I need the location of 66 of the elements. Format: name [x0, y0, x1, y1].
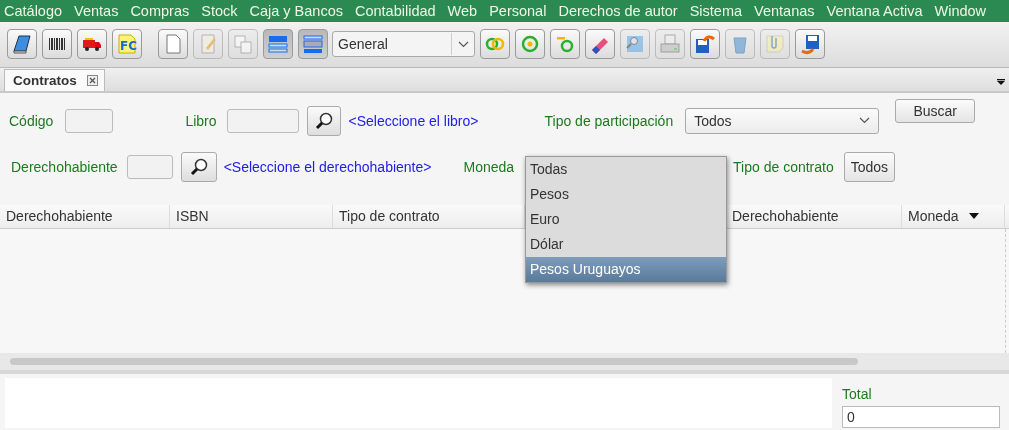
total-field[interactable]: 0	[842, 406, 1000, 428]
column-header[interactable]: Moneda	[902, 204, 1005, 228]
field-label: Libro	[185, 112, 217, 129]
menu-item[interactable]: Sistema	[689, 2, 743, 19]
menu-option[interactable]: Euro	[526, 206, 726, 232]
toolbar-button[interactable]: FC	[112, 29, 142, 59]
menu-item[interactable]: Stock	[201, 2, 238, 19]
toolbar-button[interactable]	[795, 29, 825, 59]
menu-item[interactable]: Catálogo	[4, 2, 63, 19]
link[interactable]: <Seleccione el derechohabiente>	[223, 158, 432, 175]
menu-item[interactable]: Web	[447, 2, 478, 19]
scrollbar[interactable]	[0, 353, 1009, 374]
search-button[interactable]: Buscar	[895, 98, 976, 123]
field-label: Total	[842, 386, 873, 402]
tab[interactable]: Contratos	[4, 68, 105, 91]
layout-icon	[302, 33, 324, 55]
menu-option[interactable]: Dólar	[526, 231, 726, 257]
printer-icon	[659, 33, 681, 55]
menu-item[interactable]: Caja y Bancos	[249, 2, 343, 19]
search-button[interactable]	[180, 151, 217, 182]
menu-item[interactable]: Ventas	[74, 2, 119, 19]
copy-icon	[232, 33, 254, 55]
menu-item[interactable]: Window	[934, 2, 987, 19]
menu-item[interactable]: Compras	[130, 2, 190, 19]
scrollbar-thumb[interactable]	[10, 358, 858, 366]
toolbar-button[interactable]	[7, 29, 37, 59]
link[interactable]: <Seleccione el libro>	[348, 112, 479, 129]
field-label: Código	[9, 112, 54, 129]
toolbar-button[interactable]	[690, 29, 720, 59]
menu-option[interactable]: Todas	[526, 156, 726, 182]
search-window-icon	[624, 33, 646, 55]
input-field[interactable]	[65, 108, 114, 133]
close-icon[interactable]	[86, 74, 98, 86]
input-field[interactable]	[126, 154, 173, 179]
save-icon	[799, 33, 821, 55]
column-header[interactable]: Tipo de contrato	[333, 204, 525, 228]
toolbar-button[interactable]	[77, 29, 107, 59]
menu-item[interactable]: Personal	[489, 2, 547, 19]
field-label: Moneda	[463, 158, 515, 175]
field-label: Tipo de participación	[544, 112, 674, 129]
menu-option[interactable]: Pesos Uruguayos	[526, 256, 726, 282]
search-button[interactable]	[306, 105, 341, 136]
toolbar-button[interactable]	[42, 29, 72, 59]
field-label: Tipo de contrato	[733, 158, 834, 175]
note-icon	[764, 33, 786, 55]
menu-option[interactable]: Pesos	[526, 181, 726, 207]
menu-item[interactable]: Ventanas	[754, 2, 815, 19]
column-header[interactable]: Derechohabiente	[726, 204, 902, 228]
document-icon	[116, 33, 138, 55]
column-header[interactable]: ISBN	[170, 204, 333, 228]
menu-item[interactable]: Ventana Activa	[826, 2, 923, 19]
column-header[interactable]: Derechohabiente	[0, 204, 170, 228]
search-icon	[313, 110, 334, 131]
input-field[interactable]	[226, 108, 299, 133]
menu-item[interactable]: Contabilidad	[355, 2, 436, 19]
circle-icon	[519, 33, 541, 55]
select-field[interactable]: Todos	[685, 107, 880, 134]
menu-item[interactable]: Derechos de autor	[558, 2, 678, 19]
layout-icon	[267, 33, 289, 55]
select-button[interactable]: Todos	[843, 151, 896, 182]
field-label: Derechohabiente	[11, 158, 118, 175]
tab-list-arrow-icon[interactable]	[997, 78, 1005, 85]
search-icon	[188, 156, 209, 177]
view-select[interactable]: General	[332, 31, 475, 57]
save-icon	[694, 33, 716, 55]
toolbar-button[interactable]	[585, 29, 615, 59]
